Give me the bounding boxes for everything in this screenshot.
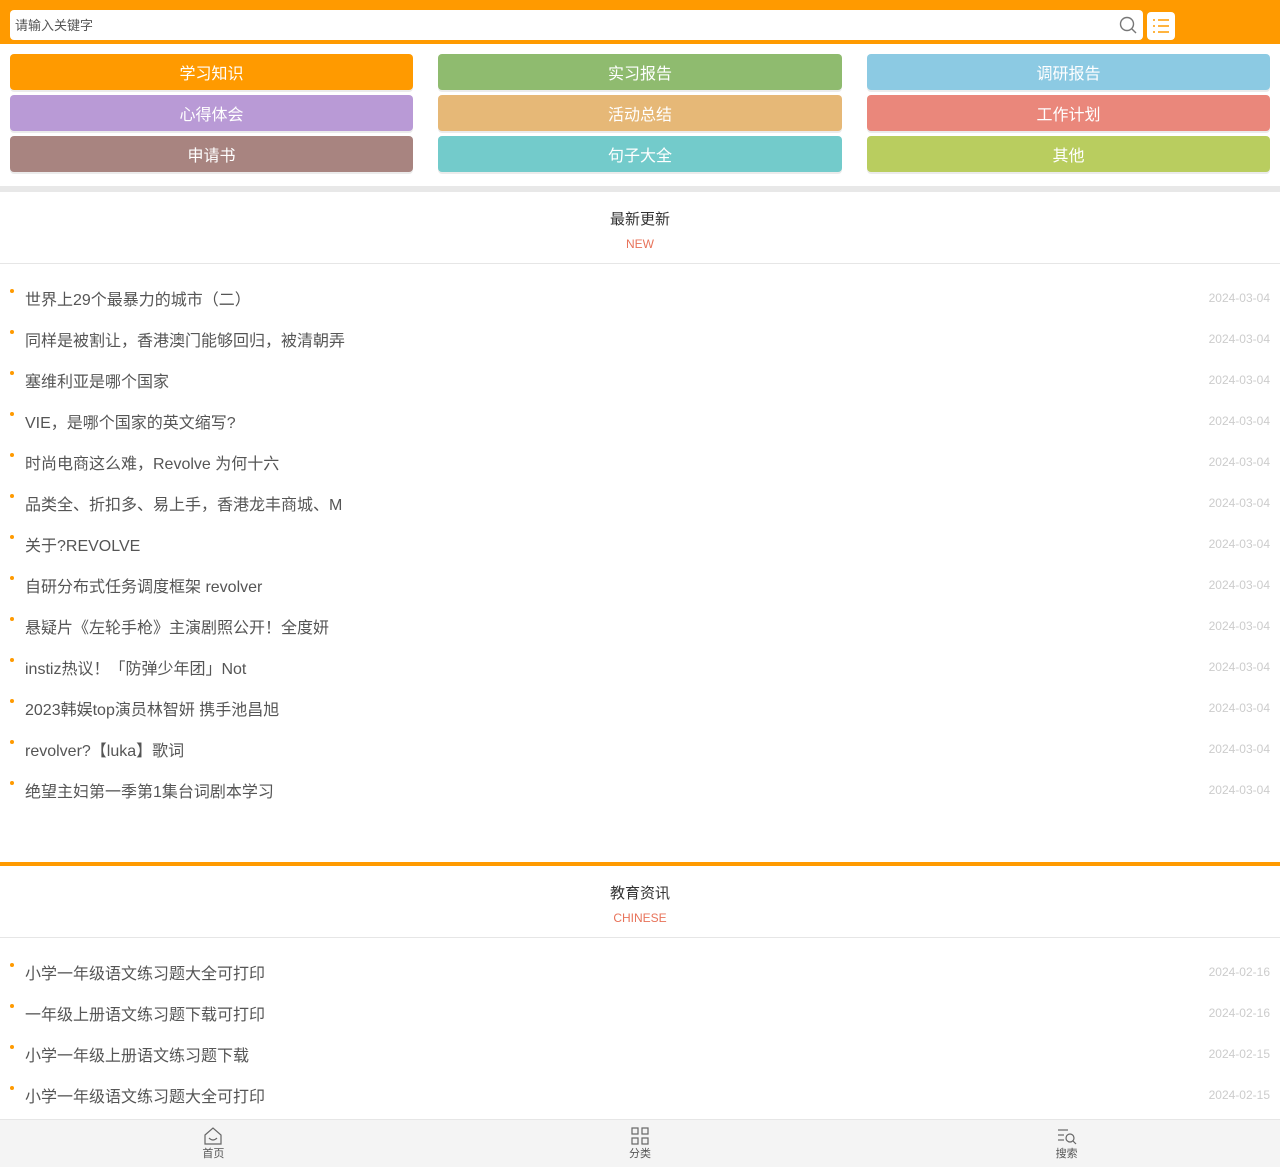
category-button[interactable]: 句子大全: [438, 136, 842, 172]
list-item[interactable]: 小学一年级上册语文练习题下载 2024-02-15: [0, 1033, 1280, 1074]
section-title: 最新更新: [609, 211, 670, 228]
article-title[interactable]: 绝望主妇第一季第1集台词剧本学习: [10, 778, 274, 802]
article-title[interactable]: 自研分布式任务调度框架 revolver: [10, 573, 262, 597]
article-date: 2024-03-04: [1208, 659, 1270, 674]
article-title[interactable]: 小学一年级语文练习题大全可打印: [10, 960, 265, 984]
article-title[interactable]: instiz热议！「防弹少年团」Not: [10, 655, 246, 679]
article-title[interactable]: 关于?REVOLVE: [10, 532, 140, 556]
article-title[interactable]: 时尚电商这么难，Revolve 为何十六: [10, 450, 279, 474]
article-date: 2024-03-04: [1208, 618, 1270, 633]
search-input[interactable]: [10, 10, 1113, 40]
list-item[interactable]: 同样是被割让，香港澳门能够回归，被清朝弄 2024-03-04: [0, 318, 1280, 359]
list-item[interactable]: instiz热议！「防弹少年团」Not 2024-03-04: [0, 646, 1280, 687]
latest-section: 最新更新 NEW 世界上29个最暴力的城市（二） 2024-03-04 同样是被割让，…: [0, 192, 1280, 810]
nav-category[interactable]: 分类: [427, 1120, 854, 1167]
search-icon[interactable]: [1113, 10, 1143, 40]
nav-label: 分类: [629, 1147, 651, 1160]
nav-label: 搜索: [1055, 1147, 1078, 1160]
article-title[interactable]: 一年级上册语文练习题下载可打印: [10, 1001, 265, 1025]
list-item[interactable]: 2023韩娱top演员林智妍 携手池昌旭 2024-03-04: [0, 687, 1280, 728]
article-title[interactable]: 小学一年级上册语文练习题下载: [10, 1042, 249, 1066]
list-item[interactable]: revolver?【luka】歌词 2024-03-04: [0, 728, 1280, 769]
article-date: 2024-03-04: [1208, 290, 1270, 305]
article-date: 2024-03-04: [1208, 741, 1270, 756]
list-item[interactable]: 品类全、折扣多、易上手，香港龙丰商城、M 2024-03-04: [0, 482, 1280, 523]
article-date: 2024-02-16: [1208, 1005, 1270, 1020]
article-title[interactable]: 2023韩娱top演员林智妍 携手池昌旭: [10, 696, 279, 720]
category-grid: 学习知识 实习报告 调研报告心得体会 活动总结 工作计划申请书 句子大全 其他: [0, 44, 1280, 186]
list-item[interactable]: 自研分布式任务调度框架 revolver 2024-03-04: [0, 564, 1280, 605]
category-button[interactable]: 心得体会: [10, 95, 413, 131]
category-button[interactable]: 工作计划: [867, 95, 1270, 131]
category-button[interactable]: 学习知识: [10, 54, 413, 90]
list-item[interactable]: 小学一年级语文练习题大全可打印 2024-02-15: [0, 1074, 1280, 1115]
list-item[interactable]: 悬疑片《左轮手枪》主演剧照公开！全度妍 2024-03-04: [0, 605, 1280, 646]
latest-list: 世界上29个最暴力的城市（二） 2024-03-04 同样是被割让，香港澳门能够回归…: [0, 264, 1280, 810]
list-item[interactable]: 世界上29个最暴力的城市（二） 2024-03-04: [0, 277, 1280, 318]
category-button[interactable]: 其他: [867, 136, 1270, 172]
section-title: 教育资讯: [609, 885, 670, 902]
article-date: 2024-02-15: [1208, 1046, 1270, 1061]
article-title[interactable]: VIE，是哪个国家的英文缩写?: [10, 409, 236, 433]
article-title[interactable]: 同样是被割让，香港澳门能够回归，被清朝弄: [10, 327, 345, 351]
article-title[interactable]: 世界上29个最暴力的城市（二）: [10, 286, 251, 310]
article-title[interactable]: 小学一年级语文练习题大全可打印: [10, 1083, 265, 1107]
article-date: 2024-03-04: [1208, 495, 1270, 510]
article-title[interactable]: 悬疑片《左轮手枪》主演剧照公开！全度妍: [10, 614, 329, 638]
article-date: 2024-03-04: [1208, 331, 1270, 346]
category-button[interactable]: 活动总结: [438, 95, 842, 131]
article-title[interactable]: revolver?【luka】歌词: [10, 737, 184, 761]
category-button[interactable]: 调研报告: [867, 54, 1270, 90]
menu-button[interactable]: [1147, 12, 1175, 40]
list-item[interactable]: 绝望主妇第一季第1集台词剧本学习 2024-03-04: [0, 769, 1280, 810]
nav-search[interactable]: 搜索: [853, 1120, 1280, 1167]
education-section: 教育资讯 CHINESE 小学一年级语文练习题大全可打印 2024-02-16 一年级…: [0, 866, 1280, 1115]
article-date: 2024-03-04: [1208, 454, 1270, 469]
article-date: 2024-03-04: [1208, 700, 1270, 715]
article-date: 2024-03-04: [1208, 577, 1270, 592]
search-box: [10, 10, 1143, 40]
category-button[interactable]: 实习报告: [438, 54, 842, 90]
header-bar: [0, 0, 1280, 44]
search-list-icon: [1057, 1128, 1077, 1144]
article-date: 2024-02-16: [1208, 964, 1270, 979]
article-date: 2024-03-04: [1208, 536, 1270, 551]
section-subtitle: NEW: [626, 237, 654, 251]
article-title[interactable]: 塞维利亚是哪个国家: [10, 368, 169, 392]
category-button[interactable]: 申请书: [10, 136, 413, 172]
list-item[interactable]: 一年级上册语文练习题下载可打印 2024-02-16: [0, 992, 1280, 1033]
article-title[interactable]: 品类全、折扣多、易上手，香港龙丰商城、M: [10, 491, 342, 515]
bottom-nav: 首页 分类 搜索: [0, 1119, 1280, 1167]
article-date: 2024-03-04: [1208, 372, 1270, 387]
list-item[interactable]: VIE，是哪个国家的英文缩写? 2024-03-04: [0, 400, 1280, 441]
list-item[interactable]: 小学一年级语文练习题大全可打印 2024-02-16: [0, 951, 1280, 992]
grid-icon: [631, 1126, 649, 1145]
section-subtitle: CHINESE: [613, 911, 667, 925]
list-item[interactable]: 塞维利亚是哪个国家 2024-03-04: [0, 359, 1280, 400]
nav-label: 首页: [202, 1147, 225, 1160]
list-item[interactable]: 关于?REVOLVE 2024-03-04: [0, 523, 1280, 564]
home-icon: [204, 1126, 222, 1145]
article-date: 2024-03-04: [1208, 782, 1270, 797]
article-date: 2024-02-15: [1208, 1087, 1270, 1102]
list-icon: [1153, 19, 1169, 33]
education-list: 小学一年级语文练习题大全可打印 2024-02-16 一年级上册语文练习题下载可打印…: [0, 938, 1280, 1115]
nav-home[interactable]: 首页: [0, 1120, 427, 1167]
list-item[interactable]: 时尚电商这么难，Revolve 为何十六 2024-03-04: [0, 441, 1280, 482]
article-date: 2024-03-04: [1208, 413, 1270, 428]
